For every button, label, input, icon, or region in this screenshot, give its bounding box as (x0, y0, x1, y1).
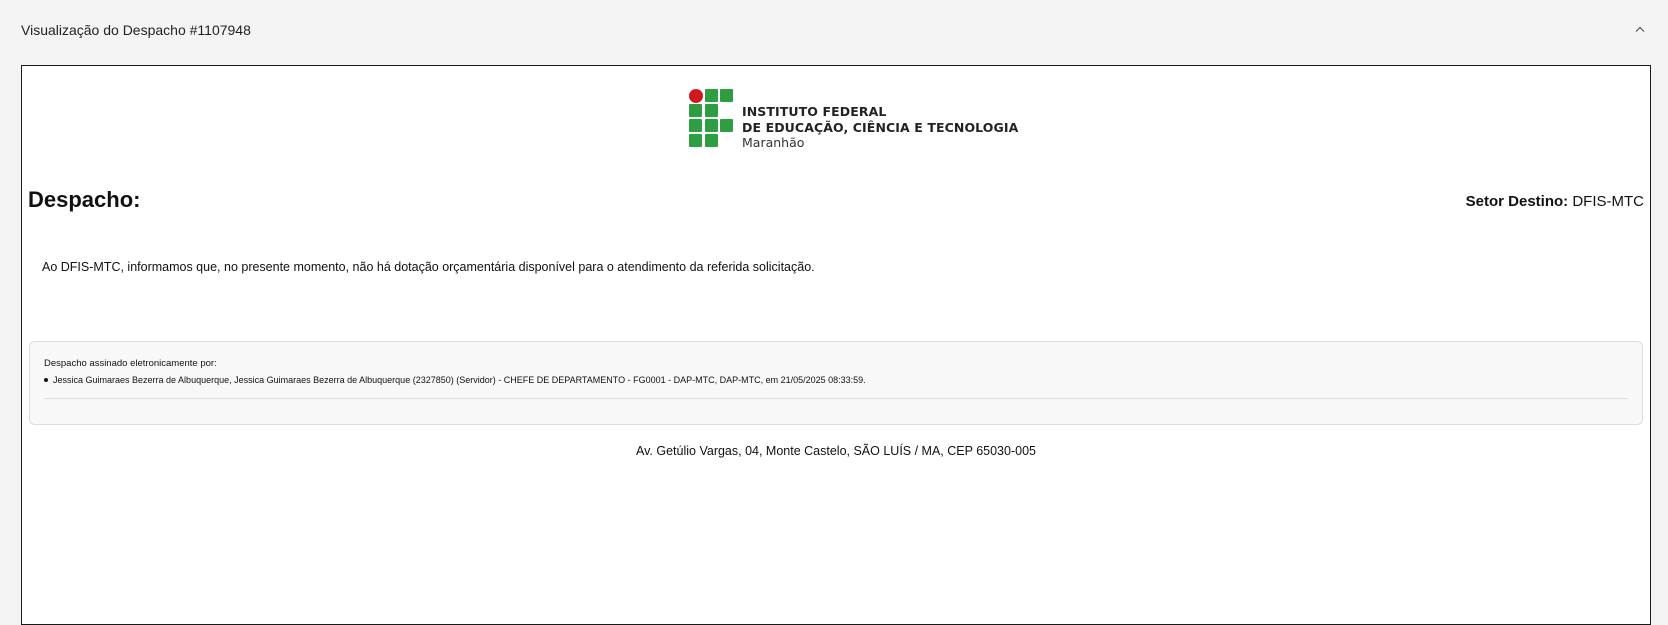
institution-address: Av. Getúlio Vargas, 04, Monte Castelo, S… (636, 444, 1036, 458)
collapse-toggle-button[interactable] (1630, 19, 1650, 39)
bullet-icon (44, 378, 48, 382)
dispatch-document: INSTITUTO FEDERAL DE EDUCAÇÃO, CIÊNCIA E… (21, 65, 1651, 625)
institution-logo: INSTITUTO FEDERAL DE EDUCAÇÃO, CIÊNCIA E… (689, 89, 1018, 150)
destination-value: DFIS-MTC (1572, 193, 1644, 210)
signature-box: Despacho assinado eletronicamente por: J… (29, 341, 1643, 425)
panel-header: Visualização do Despacho #1107948 (0, 0, 1668, 64)
signature-divider (44, 398, 1628, 399)
destination-sector: Setor Destino: DFIS-MTC (1466, 193, 1644, 210)
signature-item: Jessica Guimaraes Bezerra de Albuquerque… (44, 375, 866, 385)
logo-text: INSTITUTO FEDERAL DE EDUCAÇÃO, CIÊNCIA E… (742, 104, 1018, 150)
document-body: Ao DFIS-MTC, informamos que, no presente… (42, 260, 815, 274)
logo-line-2: DE EDUCAÇÃO, CIÊNCIA E TECNOLOGIA (742, 120, 1019, 135)
signature-signer: Jessica Guimaraes Bezerra de Albuquerque… (53, 375, 866, 385)
panel-title: Visualização do Despacho #1107948 (21, 22, 251, 38)
chevron-up-icon (1635, 26, 1645, 32)
destination-label: Setor Destino: (1465, 193, 1569, 210)
logo-line-1: INSTITUTO FEDERAL (742, 104, 887, 119)
logo-line-3: Maranhão (742, 135, 805, 150)
document-heading: Despacho: (28, 187, 141, 212)
ifma-logo-icon (689, 89, 735, 149)
signature-title: Despacho assinado eletronicamente por: (44, 358, 217, 369)
